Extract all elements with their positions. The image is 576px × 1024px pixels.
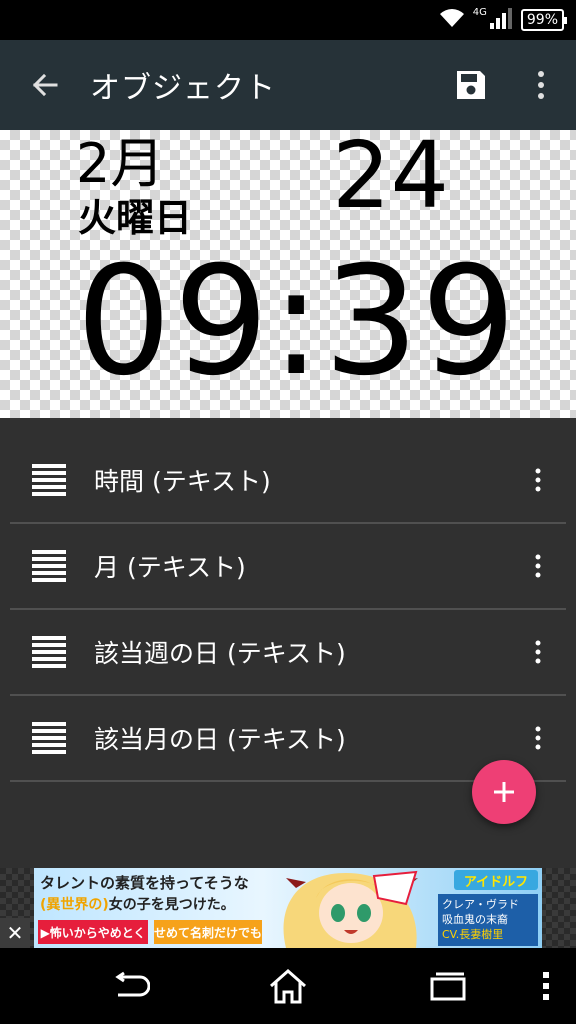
reorder-icon [32, 722, 66, 754]
list-item-label: 該当月の日 (テキスト) [94, 725, 346, 754]
preview-time-text: 09:39 [76, 235, 519, 409]
list-item-label: 月 (テキスト) [94, 553, 246, 582]
more-vert-icon [535, 468, 541, 492]
drag-handle[interactable] [10, 523, 88, 609]
ad-area: ✕ タレントの素質を持ってそうな (異世界の)女の子を見つけた。 ▶怖いからやめ… [0, 868, 576, 948]
ad-character-info: クレア・ヴラド 吸血鬼の末裔 CV.長妻樹里 [438, 894, 538, 946]
system-nav-bar [0, 948, 576, 1024]
nav-recents-icon [430, 972, 466, 1001]
signal-icon [489, 7, 513, 33]
nav-menu-icon [543, 972, 549, 1000]
nav-home-icon [270, 968, 306, 1004]
more-vert-icon [535, 554, 541, 578]
item-menu-button[interactable] [510, 437, 566, 523]
back-button[interactable] [0, 40, 90, 130]
nav-back-icon [115, 971, 150, 997]
preview-month-text: 2月 [76, 132, 165, 195]
ad-option-button-2[interactable]: せめて名刺だけでも [154, 920, 262, 944]
ad-close-button[interactable]: ✕ [0, 918, 30, 948]
item-menu-button[interactable] [510, 609, 566, 695]
preview-weekday-text: 火曜日 [78, 196, 193, 240]
drag-handle[interactable] [10, 609, 88, 695]
reorder-icon [32, 464, 66, 496]
ad-subline: (異世界の)女の子を見つけた。 [40, 894, 235, 914]
ad-logo: アイドルフ [454, 870, 538, 890]
preview-day-text: 24 [332, 130, 450, 229]
ad-option-button-1[interactable]: ▶怖いからやめとく [38, 920, 148, 944]
floppy-save-icon [457, 71, 485, 99]
ad-character-cv: CV.長妻樹里 [442, 928, 504, 941]
overflow-menu-button[interactable] [506, 40, 576, 130]
plus-icon [494, 782, 514, 802]
arrow-left-icon [32, 73, 58, 97]
nav-back-button[interactable] [90, 948, 170, 1024]
ad-character-name: クレア・ヴラド [442, 898, 519, 911]
ad-subline-rest: 女の子を見つけた。 [108, 897, 235, 913]
add-object-button[interactable] [472, 760, 536, 824]
more-vert-icon [535, 726, 541, 750]
more-vert-icon [535, 640, 541, 664]
drag-handle[interactable] [10, 695, 88, 781]
list-item[interactable]: 時間 (テキスト) [10, 438, 566, 524]
network-type-label: 4G [472, 6, 487, 18]
wifi-icon [439, 7, 465, 33]
nav-menu-button[interactable] [526, 948, 566, 1024]
battery-indicator: 99% [520, 9, 568, 31]
drag-handle[interactable] [10, 437, 88, 523]
ad-character-illustration [283, 870, 418, 948]
nav-recents-button[interactable] [408, 948, 488, 1024]
nav-home-button[interactable] [248, 948, 328, 1024]
page-title: オブジェクト [90, 71, 276, 106]
list-item[interactable]: 該当週の日 (テキスト) [10, 610, 566, 696]
app-toolbar: オブジェクト [0, 40, 576, 130]
reorder-icon [32, 636, 66, 668]
battery-level: 99% [526, 12, 558, 28]
status-bar: 4G 99% [0, 0, 576, 40]
reorder-icon [32, 550, 66, 582]
widget-preview: 2月 火曜日 24 09:39 [0, 130, 576, 418]
list-item[interactable]: 月 (テキスト) [10, 524, 566, 610]
list-item-label: 該当週の日 (テキスト) [94, 639, 346, 668]
list-item-label: 時間 (テキスト) [94, 467, 271, 496]
save-button[interactable] [436, 40, 506, 130]
ad-banner[interactable]: タレントの素質を持ってそうな (異世界の)女の子を見つけた。 ▶怖いからやめとく… [34, 868, 542, 948]
item-menu-button[interactable] [510, 523, 566, 609]
ad-subline-highlight: (異世界の) [40, 897, 109, 913]
ad-character-desc: 吸血鬼の末裔 [442, 913, 508, 926]
more-vert-icon [538, 71, 544, 99]
ad-headline: タレントの素質を持ってそうな [40, 874, 249, 892]
